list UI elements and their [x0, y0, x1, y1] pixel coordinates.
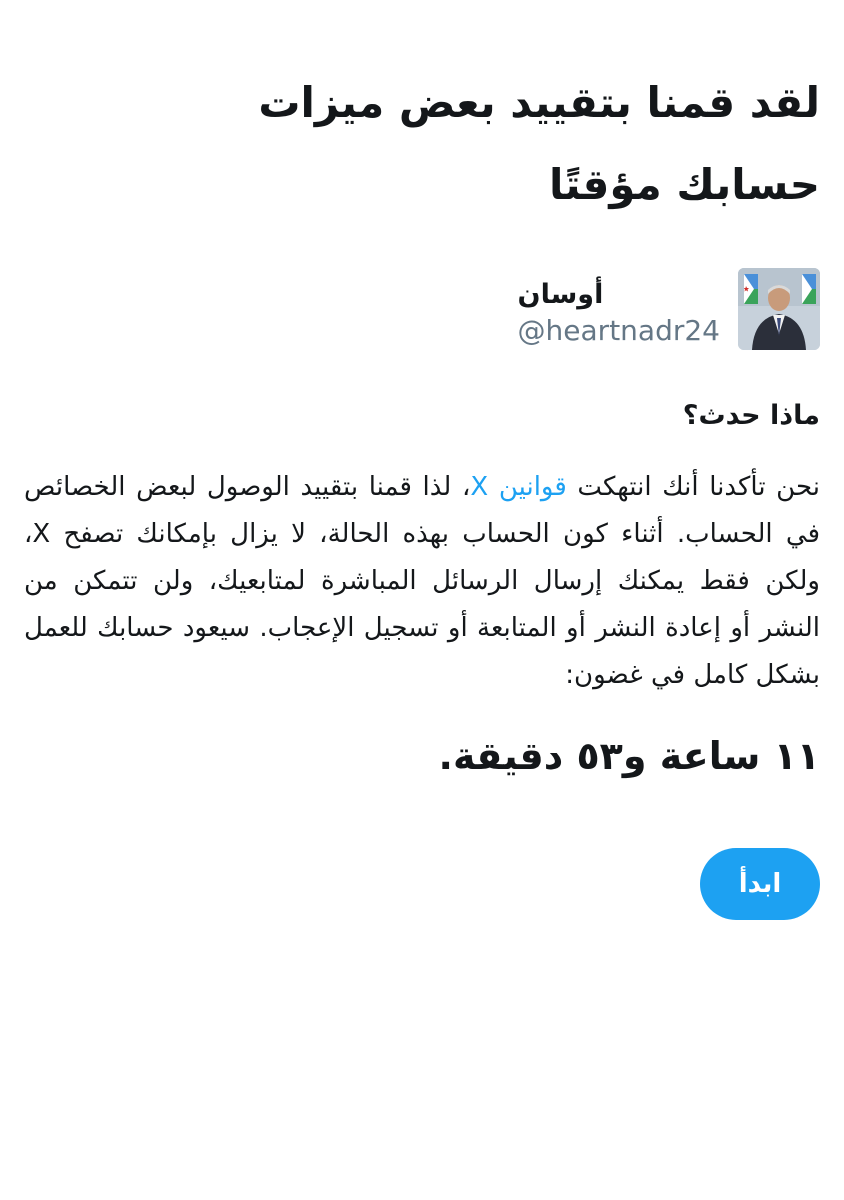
avatar: [738, 268, 820, 350]
explanation-text-start: نحن تأكدنا أنك انتهكت: [566, 472, 820, 502]
account-profile: أوسان @heartnadr24: [518, 268, 820, 350]
countdown-timer: ١١ ساعة و٥٣ دقيقة.: [438, 734, 820, 778]
profile-name: أوسان: [517, 279, 604, 310]
page-title: لقد قمنا بتقييد بعض ميزات حسابك مؤقتًا: [258, 78, 820, 209]
start-button[interactable]: ابدأ: [700, 848, 820, 920]
explanation-text-end: ، لذا قمنا بتقييد الوصول لبعض الخصائص في…: [24, 472, 820, 690]
profile-text: أوسان @heartnadr24: [518, 268, 720, 350]
avatar-image: [738, 268, 820, 350]
restriction-explanation: نحن تأكدنا أنك انتهكت قوانين X، لذا قمنا…: [24, 464, 820, 699]
restriction-page: لقد قمنا بتقييد بعض ميزات حسابك مؤقتًا أ…: [0, 0, 844, 1200]
what-happened-heading: ماذا حدث؟: [682, 400, 820, 431]
profile-handle: @heartnadr24: [517, 314, 720, 347]
rules-link[interactable]: قوانين X: [470, 472, 566, 502]
